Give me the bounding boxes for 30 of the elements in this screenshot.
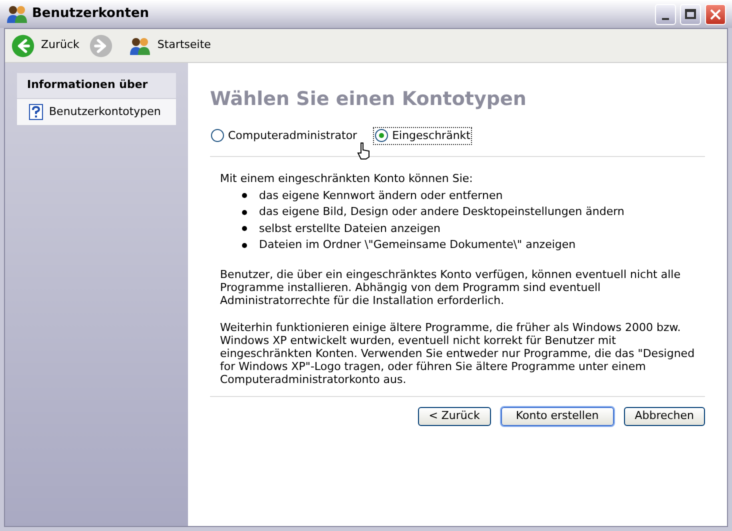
maximize-button[interactable] (680, 4, 701, 24)
page-heading: Wählen Sie einen Kontotypen (210, 87, 528, 112)
minimize-button[interactable] (655, 4, 676, 24)
help-icon (29, 104, 43, 120)
bullet-text: Dateien im Ordner \"Gemeinsame Dokumente\" anzeigen (259, 237, 576, 253)
description-paragraph: Benutzer, die über ein eingeschränktes Konto verfügen, können eventuell nicht alle Programme installieren. Abhängig von dem Programm sind eventuell Administratorrechte für die Installation erforderlich. (220, 268, 682, 306)
bullet-icon (242, 242, 247, 248)
close-button[interactable] (705, 4, 726, 24)
hand-cursor-icon (357, 142, 371, 160)
radio-option[interactable]: Eingeschränkt (374, 128, 472, 144)
dialog-button[interactable]: Abbrechen (624, 406, 705, 426)
window-title: Benutzerkonten (32, 5, 150, 24)
radio-option[interactable]: Computeradministrator (210, 128, 358, 144)
dialog-button[interactable]: < Zurück (418, 406, 491, 426)
intro-text: Mit einem eingeschränkten Konto können Sie: (220, 171, 474, 187)
users-icon (129, 36, 152, 56)
bullet-text: das eigene Bild, Design oder andere Desktopeinstellungen ändern (259, 204, 624, 220)
back-button[interactable]: Zurück (11, 34, 80, 58)
bullet-icon (242, 226, 247, 232)
close-icon (710, 8, 721, 20)
description-paragraph: Weiterhin funktionieren einige ältere Programme, die früher als Windows 2000 bzw. Windows XP entwickelt wurden, eventuell nicht korrekt für Benutzer mit eingeschränkten Konten. Verwenden Sie entweder nur Programme, die das "Designed for Windows XP"-Logo tragen, oder führen Sie ältere Programme unter einem Computeradministratorkonto aus. (220, 320, 696, 386)
sidebar-panel-title: Informationen über (17, 73, 176, 98)
bullet-text: selbst erstellte Dateien anzeigen (259, 220, 440, 236)
home-button[interactable]: Startseite (129, 36, 211, 56)
dialog-button[interactable]: Konto erstellen (500, 406, 614, 426)
bullet-text: das eigene Kennwort ändern oder entfernen (259, 188, 503, 204)
bullet-icon (242, 193, 247, 198)
bullet-icon (242, 210, 247, 215)
sidebar-link[interactable]: Benutzerkontotypen (17, 98, 176, 125)
app-icon (6, 4, 28, 24)
